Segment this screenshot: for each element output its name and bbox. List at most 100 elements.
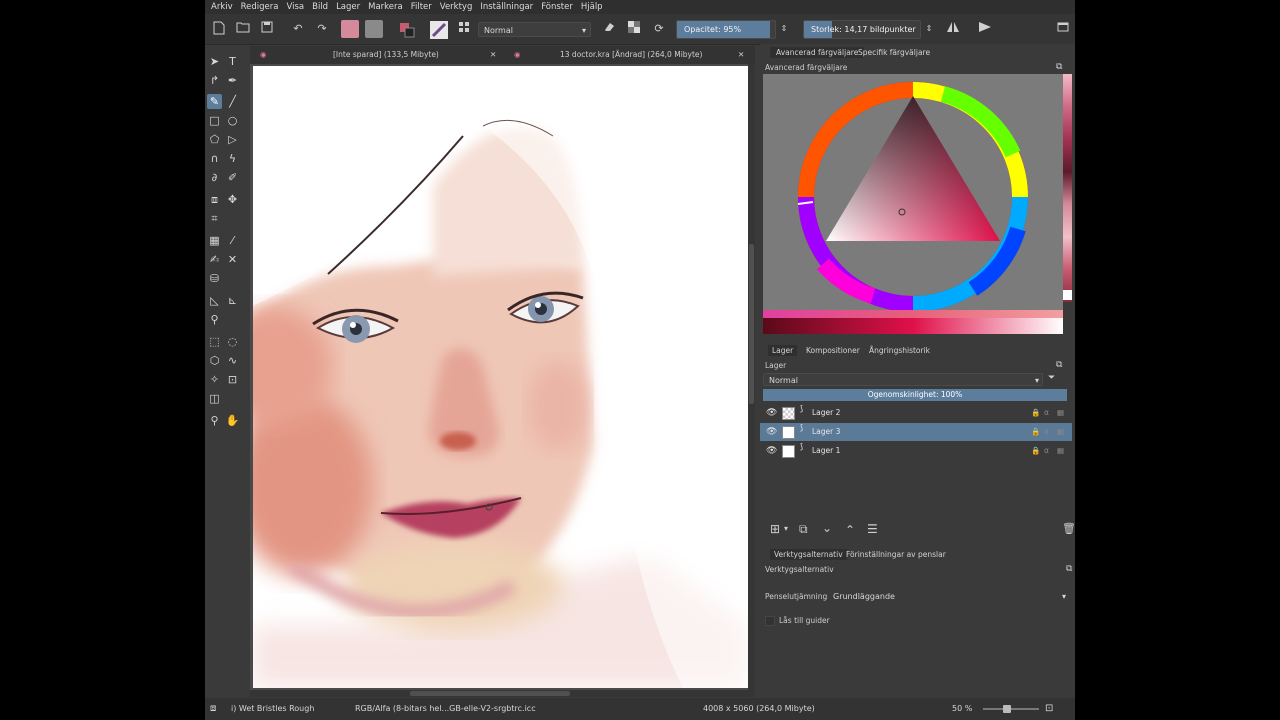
move-layer-down-icon[interactable]: ⌄: [822, 521, 832, 535]
freehand-path-icon[interactable]: ϟ: [225, 151, 240, 166]
zoom-slider[interactable]: [983, 705, 1039, 713]
filter-icon[interactable]: ⏷: [1048, 373, 1055, 383]
opacity-stepper-icon[interactable]: ⇕: [779, 21, 789, 37]
transform-tool-icon[interactable]: ⧈: [207, 192, 222, 207]
ellipse-select-icon[interactable]: ◌: [225, 334, 240, 349]
opacity-slider[interactable]: Opacitet: 95%: [676, 20, 776, 39]
brush-preset-icon[interactable]: ⧈: [210, 698, 216, 720]
color-history-strip[interactable]: [1063, 74, 1072, 302]
color-wheel[interactable]: [763, 74, 1063, 320]
size-stepper-icon[interactable]: ⇕: [924, 21, 934, 37]
tab-compositions[interactable]: Kompositioner: [806, 346, 860, 355]
preserve-alpha-icon[interactable]: [626, 21, 642, 37]
assistant-tool-icon[interactable]: ◺: [207, 293, 222, 308]
zoom-slider-handle[interactable]: [1003, 705, 1011, 713]
close-icon[interactable]: ✕: [738, 46, 744, 64]
rectangle-tool-icon[interactable]: □: [207, 113, 222, 128]
vertical-scrollbar[interactable]: [748, 64, 755, 691]
inherit-alpha-icon[interactable]: ▦: [1057, 404, 1064, 422]
duplicate-layer-icon[interactable]: ⧉: [799, 522, 808, 537]
freehand-select-icon[interactable]: ∿: [225, 353, 240, 368]
mirror-horizontal-icon[interactable]: [945, 21, 961, 37]
canvas-area[interactable]: [250, 64, 755, 691]
advanced-color-selector[interactable]: [763, 74, 1063, 320]
tab-advanced-color[interactable]: Avancerad färgväljare: [770, 47, 865, 58]
close-icon[interactable]: ✕: [490, 46, 496, 64]
open-document-icon[interactable]: [235, 21, 251, 37]
fit-view-icon[interactable]: ⊡: [1045, 698, 1053, 720]
alpha-lock-icon[interactable]: α: [1044, 404, 1049, 422]
contiguous-select-icon[interactable]: ✧: [207, 372, 222, 387]
add-layer-icon[interactable]: ⊞: [770, 522, 780, 536]
alpha-lock-icon[interactable]: α: [1044, 423, 1049, 441]
menu-item[interactable]: Redigera: [237, 2, 283, 12]
scrollbar-thumb[interactable]: [749, 244, 754, 404]
freehand-brush-icon[interactable]: ✎: [207, 94, 222, 109]
menu-item[interactable]: Visa: [282, 2, 308, 12]
painting-canvas[interactable]: [253, 66, 749, 688]
saturation-slider[interactable]: [763, 326, 1063, 334]
polyline-tool-icon[interactable]: ▷: [225, 132, 240, 147]
smart-patch-icon[interactable]: ✕: [225, 252, 240, 267]
float-docker-icon[interactable]: ⧉: [1056, 62, 1062, 72]
layer-row[interactable]: 👁 ⟆ Lager 2 🔒 α ▦: [760, 404, 1072, 422]
multibrush-icon[interactable]: ✐: [225, 170, 240, 185]
size-slider[interactable]: Storlek: 14,17 bildpunkter: [803, 20, 921, 39]
polygon-tool-icon[interactable]: ⬠: [207, 132, 222, 147]
fill-tool-icon[interactable]: ⛁: [207, 271, 222, 286]
layer-row[interactable]: 👁 ⟆ Lager 3 🔒 α ▦: [760, 423, 1072, 441]
reference-tool-icon[interactable]: ⚲: [207, 312, 222, 327]
menu-item[interactable]: Markera: [364, 2, 407, 12]
lock-icon[interactable]: 🔒: [1031, 442, 1040, 460]
float-docker-icon[interactable]: ⧉: [1056, 360, 1062, 370]
layer-properties-icon[interactable]: ☰: [867, 522, 878, 536]
bezier-select-icon[interactable]: ◫: [207, 391, 222, 406]
color-swap-icon[interactable]: [397, 21, 417, 38]
menu-item[interactable]: Fönster: [537, 2, 577, 12]
edit-shapes-icon[interactable]: ↱: [207, 73, 222, 88]
layer-opacity-slider[interactable]: Ogenomskinlighet: 100%: [763, 389, 1067, 401]
snap-guides-checkbox[interactable]: [765, 616, 775, 626]
inherit-alpha-icon[interactable]: ▦: [1057, 423, 1064, 441]
smoothing-select[interactable]: Grundläggande ▾: [827, 589, 1070, 602]
value-slider[interactable]: [763, 318, 1063, 326]
tab-specific-color[interactable]: Specifik färgväljare: [858, 48, 930, 57]
redo-icon[interactable]: ↷: [314, 21, 330, 37]
tab-brush-presets[interactable]: Förinställningar av penslar: [846, 550, 946, 559]
eye-icon[interactable]: 👁: [766, 423, 777, 441]
select-shapes-icon[interactable]: ➤: [207, 54, 222, 69]
blend-mode-select[interactable]: Normal ▾: [478, 22, 591, 37]
color-picker-icon[interactable]: ⁄: [225, 233, 240, 248]
eraser-icon[interactable]: [601, 21, 617, 37]
reload-preset-icon[interactable]: ⟳: [651, 21, 667, 37]
background-color-swatch[interactable]: [365, 20, 383, 38]
dynamic-brush-icon[interactable]: ∂: [207, 170, 222, 185]
pan-tool-icon[interactable]: ✋: [225, 413, 240, 428]
rectangle-select-icon[interactable]: ⬚: [207, 334, 222, 349]
save-icon[interactable]: [259, 21, 275, 37]
crop-tool-icon[interactable]: ⌗: [207, 211, 222, 226]
bezier-tool-icon[interactable]: ∩: [207, 151, 222, 166]
lock-icon[interactable]: 🔒: [1031, 423, 1040, 441]
polygon-select-icon[interactable]: ⬡: [207, 353, 222, 368]
menu-item[interactable]: Inställningar: [476, 2, 537, 12]
menu-item[interactable]: Hjälp: [577, 2, 607, 12]
text-tool-icon[interactable]: T: [225, 54, 240, 69]
foreground-color-swatch[interactable]: [341, 20, 359, 38]
alpha-lock-icon[interactable]: α: [1044, 442, 1049, 460]
mirror-vertical-icon[interactable]: [977, 21, 993, 37]
zoom-tool-icon[interactable]: ⚲: [207, 413, 222, 428]
menu-item[interactable]: Verktyg: [436, 2, 477, 12]
undo-icon[interactable]: ↶: [290, 21, 306, 37]
calligraphy-icon[interactable]: ✒: [225, 73, 240, 88]
layer-blend-select[interactable]: Normal ▾: [763, 373, 1043, 386]
inherit-alpha-icon[interactable]: ▦: [1057, 442, 1064, 460]
line-tool-icon[interactable]: ╱: [225, 94, 240, 109]
color-history-white[interactable]: [1063, 290, 1072, 300]
brush-presets-grid-icon[interactable]: [456, 21, 472, 37]
move-layer-up-icon[interactable]: ⌃: [845, 523, 855, 537]
menu-item[interactable]: Filter: [407, 2, 436, 12]
measure-tool-icon[interactable]: ⊾: [225, 293, 240, 308]
new-document-icon[interactable]: [211, 21, 227, 37]
tab-tool-options[interactable]: Verktygsalternativ: [770, 549, 847, 560]
